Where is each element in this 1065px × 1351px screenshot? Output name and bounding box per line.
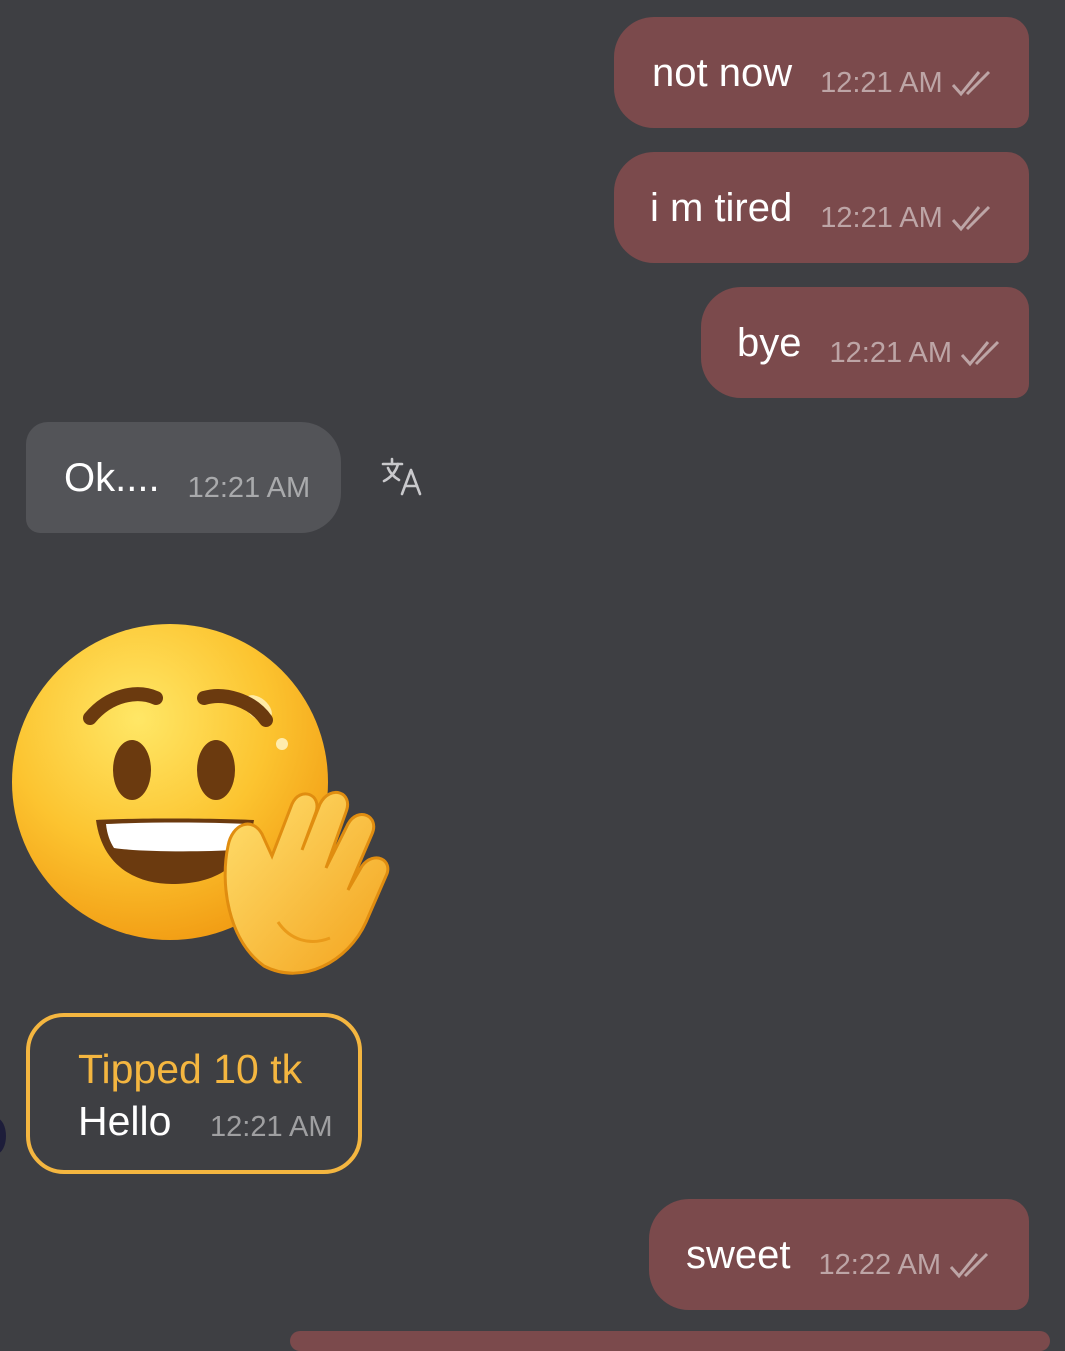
message-timestamp: 12:22 AM: [818, 1249, 942, 1281]
avatar[interactable]: [0, 1118, 6, 1154]
outgoing-message-bubble[interactable]: not now 12:21 AM: [614, 17, 1029, 128]
outgoing-message-bubble[interactable]: sweet 12:22 AM: [649, 1199, 1029, 1310]
translate-icon[interactable]: [380, 456, 424, 498]
message-text: bye: [737, 320, 802, 365]
message-text: not now: [652, 50, 793, 95]
double-check-icon: [960, 340, 1000, 366]
incoming-message-bubble[interactable]: Ok.... 12:21 AM: [26, 422, 341, 533]
message-timestamp: 12:21 AM: [820, 202, 943, 234]
double-check-icon: [949, 1252, 989, 1278]
outgoing-message-bubble-partial[interactable]: [290, 1331, 1050, 1351]
double-check-icon: [951, 70, 990, 96]
message-timestamp: 12:21 AM: [210, 1111, 333, 1143]
message-text: i m tired: [650, 185, 793, 230]
tip-label: Tipped 10 tk: [78, 1046, 303, 1092]
message-text: Ok....: [64, 455, 160, 500]
message-text: Hello: [78, 1098, 172, 1144]
double-check-icon: [951, 205, 990, 231]
tip-message-card[interactable]: Tipped 10 tk Hello 12:21 AM: [26, 1013, 362, 1174]
outgoing-message-bubble[interactable]: bye 12:21 AM: [701, 287, 1029, 398]
outgoing-message-bubble[interactable]: i m tired 12:21 AM: [614, 152, 1029, 263]
message-text: sweet: [686, 1232, 791, 1277]
message-timestamp: 12:21 AM: [829, 337, 953, 369]
message-timestamp: 12:21 AM: [820, 67, 943, 99]
smiling-face-waving-hand-sticker[interactable]: [10, 622, 390, 978]
message-timestamp: 12:21 AM: [187, 472, 311, 504]
